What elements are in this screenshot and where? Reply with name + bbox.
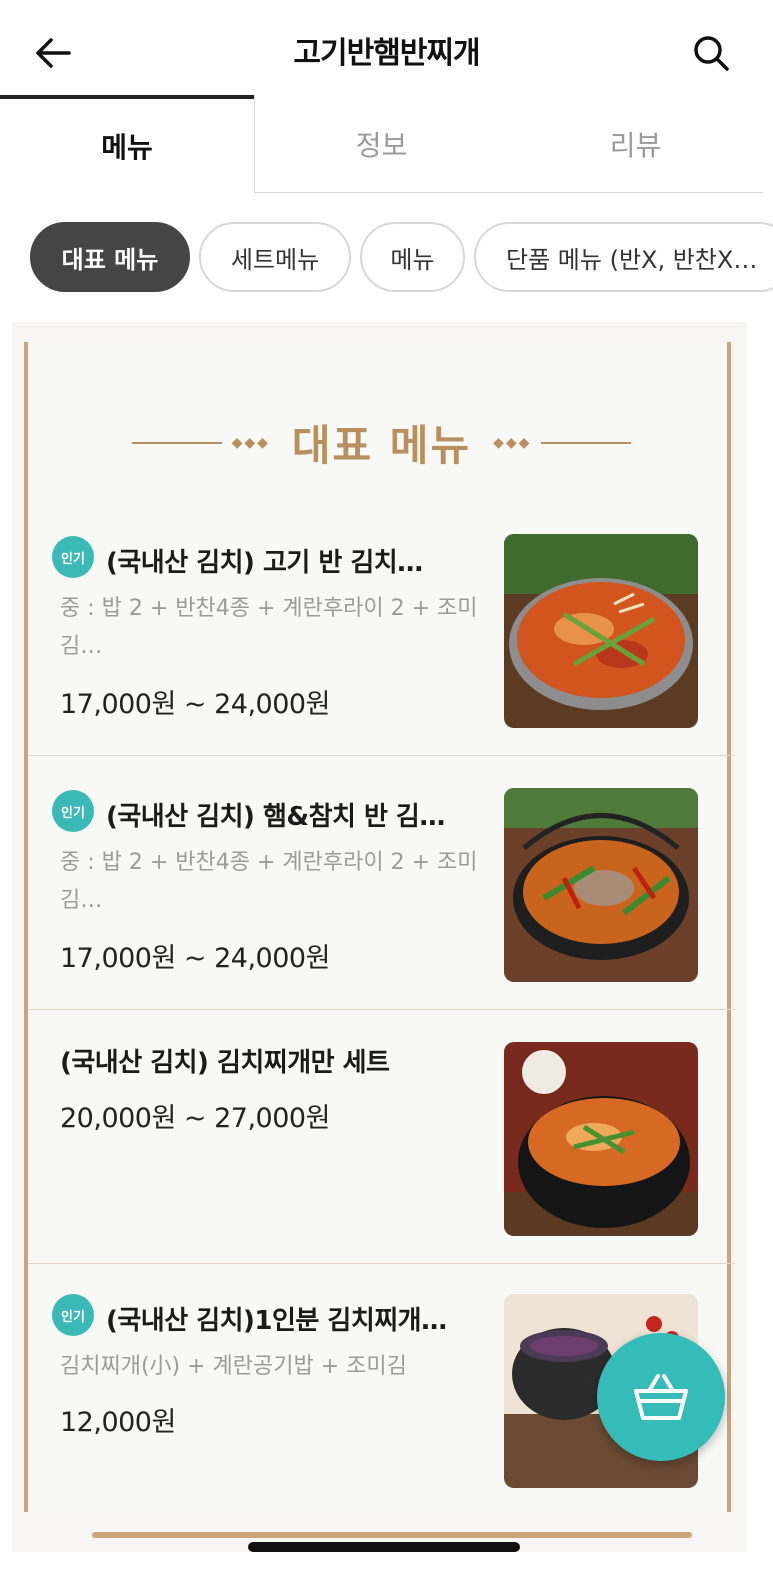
- menu-item-description: 중 : 밥 2 + 반찬4종 + 계란후라이 2 + 조미김…: [60, 596, 478, 659]
- popular-badge: 인기: [52, 1294, 94, 1336]
- menu-item[interactable]: 인기 (국내산 김치) 고기 반 김치… 중 : 밥 2 + 반찬4종 + 계란…: [28, 502, 735, 756]
- cart-button[interactable]: [597, 1333, 725, 1461]
- search-button[interactable]: [686, 30, 736, 76]
- back-button[interactable]: [28, 30, 78, 76]
- menu-item-description: 김치찌개(小) + 계란공기밥 + 조미김: [60, 1354, 407, 1379]
- menu-item-photo: [504, 534, 698, 728]
- ornament-line-left: [131, 441, 222, 444]
- menu-item-photo: [504, 1042, 698, 1236]
- menu-item-description: 중 : 밥 2 + 반찬4종 + 계란후라이 2 + 조미김…: [60, 850, 478, 913]
- menu-item-price: 20,000원 ~ 27,000원: [60, 1103, 330, 1134]
- category-chip-bar[interactable]: 대표 메뉴 세트메뉴 메뉴 단품 메뉴 (반X, 반찬X…: [0, 222, 773, 294]
- menu-item-price: 12,000원: [60, 1407, 176, 1438]
- menu-panel-bottom-border: [92, 1532, 692, 1538]
- menu-item-name: (국내산 김치)1인분 김치찌개…: [106, 1306, 447, 1336]
- menu-item-photo: [504, 788, 698, 982]
- chip-signature-menu[interactable]: 대표 메뉴: [30, 222, 190, 292]
- page-title: 고기반햄반찌개: [293, 36, 480, 71]
- popular-badge: 인기: [52, 790, 94, 832]
- home-indicator: [248, 1542, 520, 1552]
- ornament-line-right: [541, 441, 632, 444]
- tab-bar: 메뉴 정보 리뷰: [0, 95, 773, 193]
- menu-item-price: 17,000원 ~ 24,000원: [60, 689, 330, 720]
- section-title: 대표 메뉴: [291, 421, 472, 470]
- chip-set-menu[interactable]: 세트메뉴: [199, 222, 351, 292]
- chip-menu[interactable]: 메뉴: [360, 222, 465, 292]
- tab-info[interactable]: 정보: [254, 95, 508, 193]
- menu-item[interactable]: 인기 (국내산 김치) 햄&참치 반 김… 중 : 밥 2 + 반찬4종 + 계…: [28, 756, 735, 1010]
- search-icon: [694, 36, 729, 71]
- tab-menu[interactable]: 메뉴: [0, 95, 254, 193]
- top-bar: 고기반햄반찌개: [0, 0, 773, 100]
- arrow-left-icon: [36, 38, 71, 68]
- popular-badge: 인기: [52, 536, 94, 578]
- basket-icon: [634, 1374, 688, 1420]
- menu-item-price: 17,000원 ~ 24,000원: [60, 943, 330, 974]
- section-header: ◆◆◆ 대표 메뉴 ◆◆◆: [28, 412, 735, 473]
- ornament-diamonds-right: ◆◆◆: [493, 434, 532, 451]
- menu-item-name: (국내산 김치) 고기 반 김치…: [106, 548, 423, 578]
- menu-panel-frame: ◆◆◆ 대표 메뉴 ◆◆◆ 인기 (국내산 김치) 고기 반 김치… 중 : 밥…: [24, 342, 735, 1512]
- ornament-diamonds-left: ◆◆◆: [231, 434, 270, 451]
- chip-single-menu[interactable]: 단품 메뉴 (반X, 반찬X…: [474, 222, 773, 292]
- tab-review[interactable]: 리뷰: [508, 95, 763, 193]
- menu-item[interactable]: (국내산 김치) 김치찌개만 세트 20,000원 ~ 27,000원: [28, 1010, 735, 1264]
- menu-item-name: (국내산 김치) 김치찌개만 세트: [60, 1048, 390, 1078]
- menu-item-name: (국내산 김치) 햄&참치 반 김…: [106, 802, 445, 832]
